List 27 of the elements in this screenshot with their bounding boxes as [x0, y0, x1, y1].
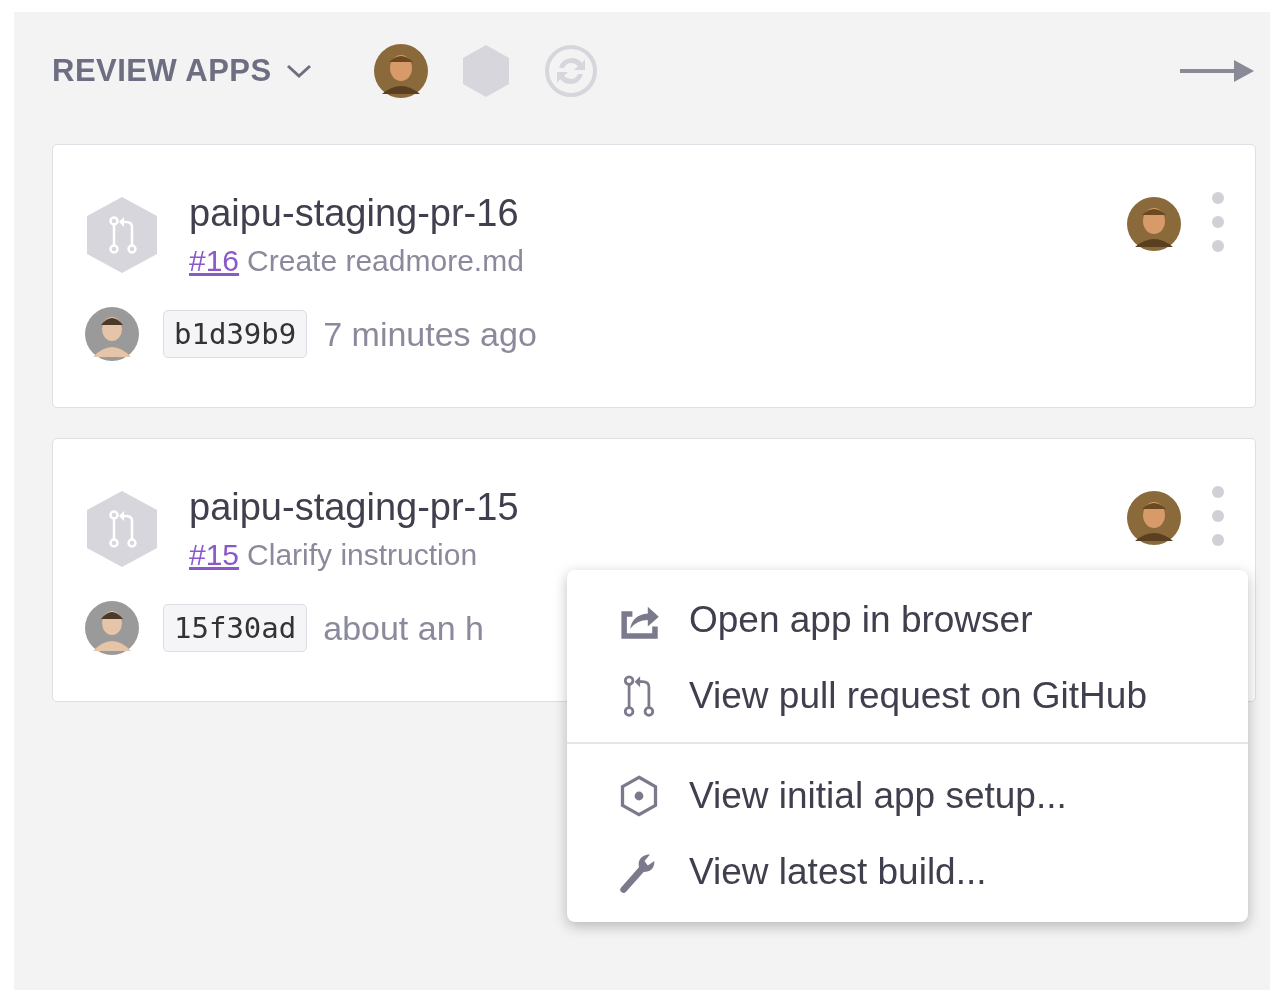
app-name[interactable]: paipu-staging-pr-15: [189, 485, 519, 529]
menu-item[interactable]: View latest build...: [567, 834, 1248, 910]
more-options-icon[interactable]: [1211, 191, 1225, 253]
pull-request-title: #15 Clarify instruction: [189, 537, 479, 573]
avatar: [85, 307, 139, 361]
avatar: [85, 601, 139, 655]
menu-item[interactable]: Open app in browser: [567, 582, 1248, 658]
arrow-right-icon[interactable]: [1178, 58, 1256, 84]
sync-icon[interactable]: [543, 44, 598, 98]
commit-hash: 15f30ad: [163, 604, 308, 652]
pull-request-icon: [85, 195, 159, 275]
avatar: [1127, 197, 1181, 251]
timestamp: about an h: [323, 608, 484, 648]
avatar: [373, 44, 428, 98]
chevron-down-icon[interactable]: [285, 63, 312, 79]
more-options-icon[interactable]: [1211, 485, 1225, 547]
pull-request-link[interactable]: #15: [189, 538, 240, 571]
pull-request-link[interactable]: #16: [189, 244, 240, 277]
commit-hash: b1d39b9: [163, 310, 308, 358]
app-name[interactable]: paipu-staging-pr-16: [189, 191, 524, 235]
avatar: [1127, 491, 1181, 545]
pull-request-icon: [85, 489, 159, 569]
section-title[interactable]: REVIEW APPS: [52, 53, 272, 89]
pull-request-title: #16 Create readmore.md: [189, 243, 524, 279]
timestamp: 7 minutes ago: [323, 314, 537, 354]
menu-item[interactable]: View initial app setup...: [567, 758, 1248, 834]
menu-item[interactable]: View pull request on GitHub: [567, 658, 1248, 734]
